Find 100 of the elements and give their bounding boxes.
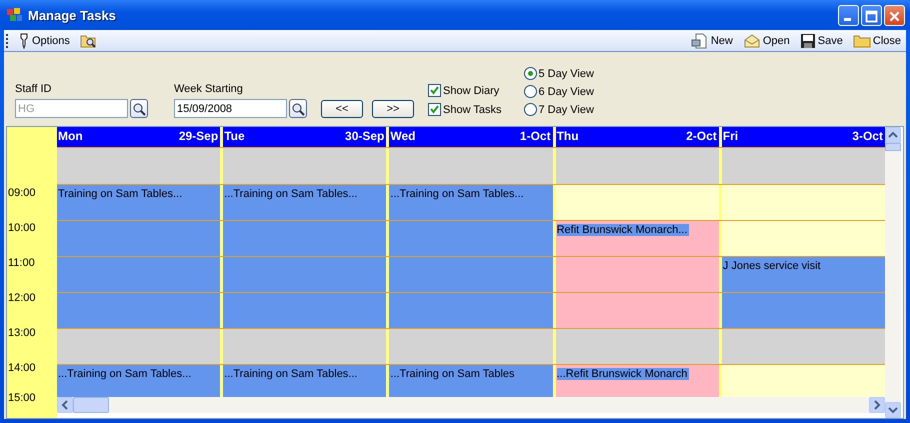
scroll-thumb[interactable]: [73, 397, 109, 413]
time-label: 11:00: [8, 257, 35, 269]
maximize-button[interactable]: [861, 4, 882, 26]
checkbox[interactable]: [428, 103, 441, 116]
minimize-icon: [844, 18, 851, 20]
time-label: 09:00: [8, 187, 36, 199]
horizontal-scrollbar[interactable]: [57, 397, 885, 413]
radio-option[interactable]: 5 Day View: [524, 67, 594, 80]
calendar-slot[interactable]: [223, 257, 386, 292]
day-date: 30-Sep: [345, 129, 384, 145]
options-button[interactable]: Options: [15, 32, 73, 50]
scroll-left-button[interactable]: [57, 397, 73, 413]
calendar-slot[interactable]: [556, 293, 719, 328]
calendar-slot[interactable]: [389, 221, 553, 256]
search-button[interactable]: [289, 99, 307, 118]
minimize-button[interactable]: [838, 4, 859, 26]
checkbox-label: Show Diary: [443, 84, 500, 96]
calendar-slot[interactable]: [722, 148, 885, 184]
appointment-text: ...Training on Sam Tables...: [224, 188, 358, 200]
radio-button[interactable]: [524, 67, 536, 80]
radio-label: 6 Day View: [538, 86, 594, 98]
radio-button[interactable]: [524, 85, 536, 98]
calendar-slot[interactable]: [556, 148, 719, 184]
time-label: 13:00: [8, 327, 36, 339]
appointment-text: Training on Sam Tables...: [58, 188, 184, 200]
next-week-button[interactable]: >>: [372, 100, 414, 118]
calendar-slot[interactable]: ...Training on Sam Tables...: [223, 185, 386, 220]
time-label: 14:00: [8, 362, 36, 374]
vertical-scrollbar[interactable]: [885, 127, 901, 418]
day-date: 3-Oct: [852, 129, 883, 145]
week-starting-label: Week Starting: [174, 83, 244, 95]
calendar-slot[interactable]: Training on Sam Tables...: [57, 185, 220, 220]
day-date: 1-Oct: [520, 129, 551, 145]
search-icon: [132, 102, 146, 116]
day-name: Mon: [58, 129, 83, 145]
calendar-slot[interactable]: ...Training on Sam Tables...: [57, 365, 220, 397]
radio-option[interactable]: 6 Day View: [524, 85, 594, 98]
toolbar-button[interactable]: Save: [796, 32, 846, 50]
appointment-text: ...Training on Sam Tables...: [58, 368, 192, 380]
close-button[interactable]: [884, 4, 905, 26]
search-icon: [291, 102, 305, 116]
pen-icon: [18, 32, 30, 48]
calendar-slot[interactable]: [57, 329, 220, 364]
calendar-slot[interactable]: ...Training on Sam Tables: [389, 365, 553, 397]
time-label: 15:00: [8, 392, 36, 404]
appointment-text: ...Training on Sam Tables: [390, 368, 516, 380]
calendar-slot[interactable]: [223, 148, 386, 184]
day-name: Thu: [556, 129, 579, 145]
day-name: Wed: [390, 129, 416, 145]
app-icon: [6, 7, 24, 23]
folder-icon: [852, 32, 871, 48]
appointment-text: Refit Brunswick Monarch...: [556, 224, 690, 236]
window-title: Manage Tasks: [28, 8, 117, 22]
calendar-slot[interactable]: [722, 221, 885, 256]
calendar-slot[interactable]: J Jones service visit: [722, 257, 885, 292]
appointment-text: ...Refit Brunswick Monarch: [556, 368, 690, 380]
time-label: 12:00: [8, 292, 36, 304]
calendar-slot[interactable]: [57, 257, 220, 292]
calendar-slot[interactable]: [389, 257, 553, 292]
calendar-slot[interactable]: [722, 293, 885, 328]
time-label: 10:00: [8, 222, 36, 234]
calendar-slot[interactable]: [556, 185, 719, 220]
day-date: 29-Sep: [178, 129, 218, 145]
calendar-slot[interactable]: [556, 329, 719, 364]
calendar-slot[interactable]: [389, 293, 553, 328]
calendar-slot[interactable]: [556, 257, 719, 292]
radio-button[interactable]: [524, 103, 536, 116]
date-field[interactable]: 15/09/2008: [174, 99, 287, 118]
scroll-thumb[interactable]: [885, 143, 901, 151]
toolbar-button[interactable]: Open: [740, 32, 793, 50]
calendar-slot[interactable]: [57, 293, 220, 328]
appointment-text: ...Training on Sam Tables...: [224, 368, 358, 380]
calendar-slot[interactable]: [223, 221, 386, 256]
previous-week-button[interactable]: <<: [321, 100, 363, 118]
scroll-right-button[interactable]: [869, 397, 885, 413]
calendar-slot[interactable]: ...Refit Brunswick Monarch: [556, 365, 719, 397]
calendar-slot[interactable]: [389, 329, 553, 364]
grip-icon[interactable]: [6, 32, 9, 48]
scroll-down-button[interactable]: [885, 402, 901, 418]
calendar-slot[interactable]: [722, 329, 885, 364]
radio-option[interactable]: 7 Day View: [524, 103, 594, 116]
envelope-icon: [742, 32, 761, 48]
calendar-slot[interactable]: ...Training on Sam Tables...: [389, 185, 553, 220]
calendar-slot[interactable]: [223, 293, 386, 328]
scroll-up-button[interactable]: [885, 127, 901, 143]
calendar-slot[interactable]: ...Training on Sam Tables...: [223, 365, 386, 397]
checkbox-label: Show Tasks: [443, 104, 502, 116]
calendar-slot[interactable]: [57, 221, 220, 256]
day-name: Fri: [722, 129, 738, 145]
search-button[interactable]: [130, 99, 148, 118]
toolbar-button[interactable]: New: [688, 32, 736, 50]
calendar-slot[interactable]: Refit Brunswick Monarch...: [556, 221, 719, 256]
toolbar-button[interactable]: Close: [850, 32, 904, 50]
calendar-slot[interactable]: [223, 329, 386, 364]
calendar-slot[interactable]: [57, 148, 220, 184]
checkbox-option[interactable]: Show Tasks: [428, 103, 502, 116]
checkbox-option[interactable]: Show Diary: [428, 84, 502, 97]
calendar-slot[interactable]: [389, 148, 553, 184]
checkbox[interactable]: [428, 84, 441, 97]
calendar-slot[interactable]: [722, 185, 885, 220]
